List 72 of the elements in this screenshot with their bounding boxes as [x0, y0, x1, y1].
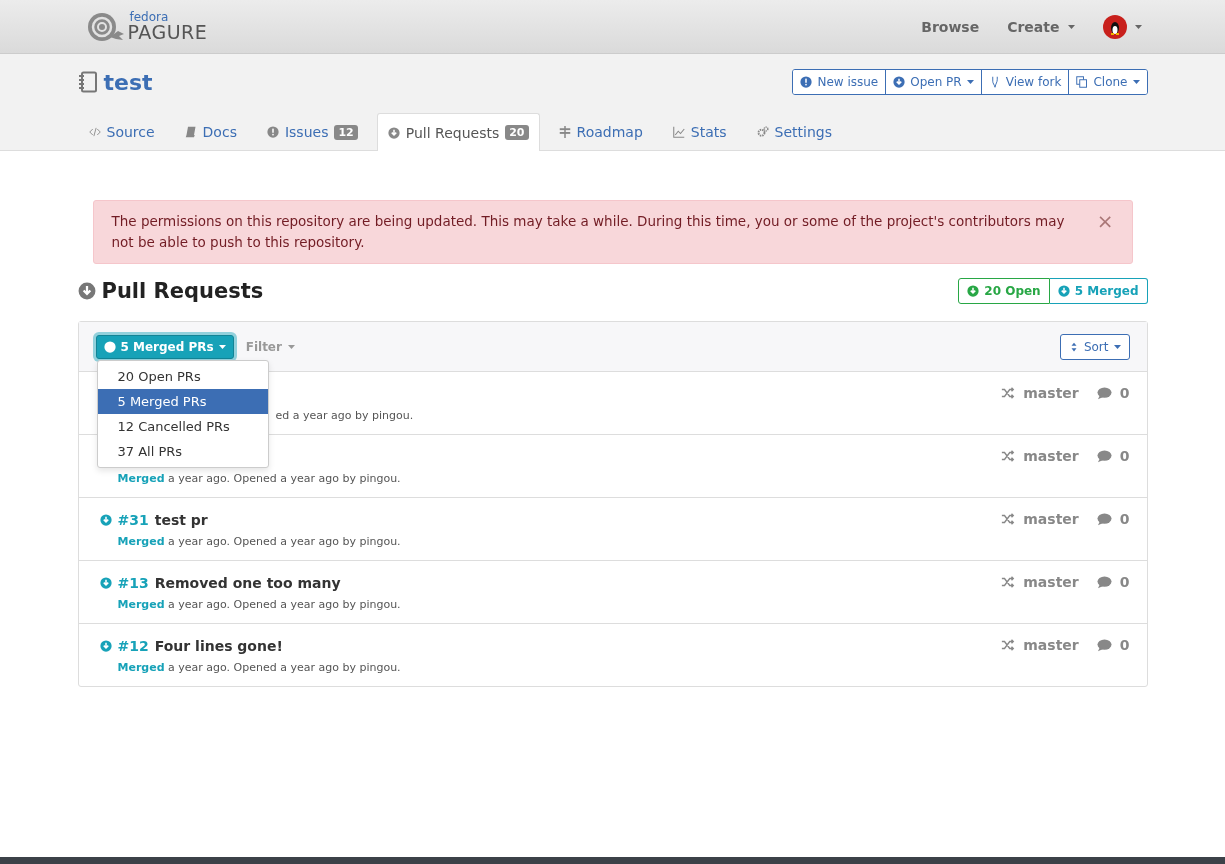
shuffle-icon	[1001, 386, 1016, 400]
sort-button[interactable]: Sort	[1059, 333, 1130, 360]
menu-item[interactable]: 5 Merged PRs	[97, 389, 268, 414]
menu-item[interactable]: 20 Open PRs	[97, 364, 268, 389]
nav-link[interactable]: Create	[993, 18, 1089, 35]
tab[interactable]: Stats	[661, 113, 738, 150]
comment-icon	[1096, 574, 1112, 590]
shuffle-icon	[1001, 638, 1016, 652]
comment-icon	[1096, 637, 1112, 653]
exclamation-icon	[800, 76, 813, 88]
status-dropdown-button[interactable]: 5 Merged PRs	[95, 334, 234, 359]
code-icon	[88, 126, 101, 138]
tab[interactable]: Settings	[745, 113, 843, 150]
shuffle-icon	[1001, 575, 1016, 589]
target-branch: master	[1023, 511, 1079, 527]
caret-icon	[287, 344, 295, 349]
tab[interactable]: Issues 12	[255, 113, 369, 150]
shuffle-icon	[1001, 449, 1016, 463]
counter-link[interactable]: 20 Open	[958, 278, 1050, 304]
pr-title[interactable]: Four lines gone!	[154, 638, 283, 654]
comment-count: 0	[1119, 385, 1130, 401]
pr-number[interactable]: #13	[117, 575, 149, 591]
filter-button[interactable]: Filter	[239, 338, 301, 355]
copy-icon	[1076, 76, 1089, 88]
shell-logo-icon	[85, 10, 126, 43]
pr-meta: Merged a year ago. Opened a year ago by pingou.	[116, 535, 401, 548]
pr-number[interactable]: #12	[117, 638, 149, 654]
tab[interactable]: Roadmap	[547, 113, 654, 150]
alert-message: The permissions on this repository are being updated. This may take a while. During this time, you or some of the project's contributors may not be able to push to this repository.	[111, 212, 1066, 252]
comment-count: 0	[1119, 511, 1130, 527]
line-chart-icon	[672, 126, 685, 138]
target-branch: master	[1023, 448, 1079, 464]
target-branch: master	[1023, 637, 1079, 653]
counter-link[interactable]: 5 Merged	[1049, 278, 1148, 304]
pr-meta: Merged a year ago. Opened a year ago by pingou.	[116, 598, 401, 611]
logo-subtitle: fedora	[129, 11, 170, 23]
pr-meta: Merged a year ago. Opened a year ago by pingou.	[116, 472, 401, 485]
close-button[interactable]: ×	[1096, 211, 1114, 231]
pr-meta: Merged a year ago. Opened a year ago by pingou.	[116, 661, 401, 674]
pr-meta: ed a year ago by pingou.	[275, 409, 414, 422]
book-icon	[184, 126, 197, 138]
signpost-icon	[558, 126, 571, 138]
tab[interactable]: Docs	[173, 113, 248, 150]
pr-title[interactable]: test pr	[154, 512, 208, 528]
nav-link[interactable]: Browse	[907, 18, 994, 35]
comment-icon	[1096, 385, 1112, 401]
repository-name[interactable]: test	[103, 69, 153, 95]
menu-item[interactable]: 12 Cancelled PRs	[97, 414, 268, 439]
logo-title: PAGURE	[127, 23, 208, 42]
menu-item[interactable]: 37 All PRs	[97, 439, 268, 464]
shuffle-icon	[1001, 512, 1016, 526]
target-branch: master	[1023, 574, 1079, 590]
comment-count: 0	[1119, 448, 1130, 464]
tab[interactable]: Pull Requests 20	[376, 113, 540, 151]
caret-icon	[1113, 344, 1121, 349]
comment-icon	[1096, 448, 1112, 464]
count-badge: 20	[505, 125, 529, 140]
pr-number[interactable]: #31	[117, 512, 149, 528]
section-title: Pull Requests	[101, 279, 264, 303]
comment-count: 0	[1119, 574, 1130, 590]
pr-title[interactable]: Removed one too many	[154, 575, 341, 591]
exclamation-icon	[266, 126, 279, 138]
caret-icon	[1134, 24, 1142, 29]
comment-icon	[1096, 511, 1112, 527]
comment-count: 0	[1119, 637, 1130, 653]
count-badge: 12	[334, 124, 358, 140]
repo-action-button[interactable]: Clone	[1068, 70, 1147, 94]
avatar-icon	[1102, 14, 1127, 39]
repository-icon	[77, 71, 98, 93]
caret-icon	[218, 344, 226, 349]
target-branch: master	[1023, 385, 1079, 401]
tab[interactable]: Source	[77, 113, 166, 150]
